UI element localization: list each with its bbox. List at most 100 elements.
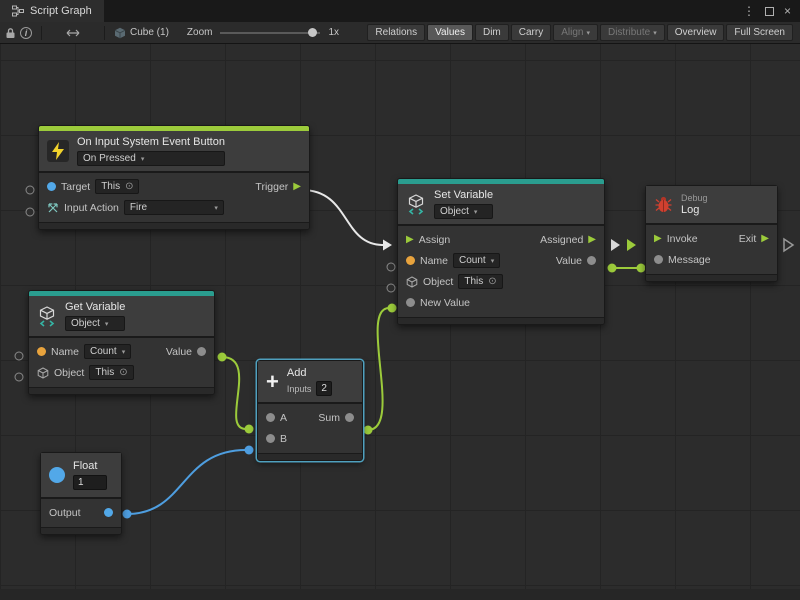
tab-script-graph[interactable]: Script Graph [0,0,104,22]
zoom-slider[interactable] [220,32,320,34]
float-port-icon[interactable] [104,508,113,517]
target-object-field[interactable]: This ⊙ [95,179,139,194]
flow-port-icon[interactable]: ▶ [588,235,596,245]
context-breadcrumb[interactable]: Cube (1) [130,27,169,38]
flow-port-icon[interactable]: ▶ [293,182,301,192]
chevron-down-icon: ▾ [105,320,109,328]
port-row-target: Target This ⊙ Trigger ▶ [39,176,309,197]
object-value: This [95,367,114,378]
relations-button[interactable]: Relations [367,24,425,41]
float-value-field[interactable]: 1 [73,475,107,490]
node-header: On Input System Event Button On Pressed … [39,131,309,173]
value-port-icon[interactable] [406,298,415,307]
port-arrow-exit[interactable] [784,239,793,251]
align-button[interactable]: Align ▾ [553,24,598,41]
lock-icon[interactable] [5,27,16,39]
port-dot-add-a[interactable] [245,425,254,434]
string-port-icon[interactable] [37,347,46,356]
variable-scope-dropdown[interactable]: Object ▾ [65,316,125,331]
wire-float-addB[interactable] [127,450,246,514]
fit-view-icon[interactable] [65,28,81,38]
node-footer [29,387,214,394]
window-menu-icon[interactable]: ⋮ [743,4,755,18]
cube-port-icon[interactable] [406,276,418,288]
flow-port-icon[interactable]: ▶ [406,235,414,245]
output-label: Output [49,507,81,519]
zoom-slider-handle[interactable] [308,28,317,37]
value-port-icon[interactable] [654,255,663,264]
float-icon [49,467,65,483]
port-row-message: Message [646,249,777,270]
input-action-dropdown[interactable]: Fire ▾ [124,200,224,215]
port-row-object: Object This ⊙ [29,362,214,383]
node-get-variable[interactable]: Get Variable Object ▾ Name Count ▾ [28,290,215,395]
flow-port-icon[interactable]: ▶ [654,234,662,244]
tab-bar: Script Graph ⋮ × [0,0,800,22]
gameobject-icon [47,182,56,191]
flow-port-icon[interactable]: ▶ [761,234,769,244]
object-picker-icon: ⊙ [119,367,127,378]
trigger-label: Trigger [255,181,288,193]
node-debug-log[interactable]: Debug Log ▶ Invoke Exit ▶ Message [645,185,778,282]
port-row-b: B [258,428,362,449]
target-value: This [101,181,120,192]
info-icon[interactable]: i [20,27,32,39]
node-header: Debug Log [646,186,777,225]
wire-getvalue-addA[interactable] [222,357,246,429]
value-port-icon[interactable] [266,413,275,422]
port-ring-set-name[interactable] [387,263,395,271]
event-mode-dropdown[interactable]: On Pressed ▾ [77,151,225,166]
port-ring-get-object[interactable] [15,373,23,381]
port-dot-add-b[interactable] [245,446,254,455]
overview-button[interactable]: Overview [667,24,725,41]
port-ring-get-name[interactable] [15,352,23,360]
port-dot-set-value[interactable] [608,264,617,273]
distribute-label: Distribute [608,27,650,38]
node-on-input-system-event-button[interactable]: On Input System Event Button On Pressed … [38,125,310,230]
node-add[interactable]: + Add Inputs 2 A Sum [257,360,363,461]
wire-trigger-arrowhead [383,240,392,251]
scope-value: Object [71,318,100,329]
values-button[interactable]: Values [427,24,473,41]
inputs-count-field[interactable]: 2 [316,381,332,396]
value-label: Value [556,255,582,267]
node-float[interactable]: Float 1 Output [40,452,122,535]
port-ring-set-object[interactable] [387,284,395,292]
fullscreen-button[interactable]: Full Screen [726,24,793,41]
wire-sum-newvalue[interactable] [368,308,389,430]
port-dot-float-output[interactable] [123,510,132,519]
dim-button[interactable]: Dim [475,24,509,41]
carry-button[interactable]: Carry [511,24,551,41]
value-port-icon[interactable] [197,347,206,356]
variable-scope-dropdown[interactable]: Object ▾ [434,204,493,219]
flow-arrow-assigned-invoke [627,239,636,251]
value-port-icon[interactable] [587,256,596,265]
value-port-icon[interactable] [345,413,354,422]
node-header: Set Variable Object ▾ [398,184,604,226]
zoom-value: 1x [328,27,339,38]
string-port-icon[interactable] [406,256,415,265]
port-dot-add-sum[interactable] [364,426,373,435]
port-dot-newvalue[interactable] [388,304,397,313]
port-row-object: Object This ⊙ [398,271,604,292]
variable-name-dropdown[interactable]: Count ▾ [84,344,131,359]
window-close-icon[interactable]: × [784,4,791,18]
port-dot-get-value[interactable] [218,353,227,362]
variable-name-dropdown[interactable]: Count ▾ [453,253,500,268]
target-label: Target [61,181,90,193]
port-ring-event-action[interactable] [26,208,34,216]
wire-trigger-assign[interactable] [302,190,383,245]
node-set-variable[interactable]: Set Variable Object ▾ ▶ Assign Assigned … [397,178,605,325]
port-ring-event-target[interactable] [26,186,34,194]
new-value-label: New Value [420,297,470,309]
variable-cube-icon [37,306,57,327]
variable-cube-icon [406,194,426,215]
graph-canvas[interactable]: On Input System Event Button On Pressed … [0,44,800,600]
window-maximize-icon[interactable] [765,7,774,16]
object-field[interactable]: This ⊙ [458,274,502,289]
object-field[interactable]: This ⊙ [89,365,133,380]
value-port-icon[interactable] [266,434,275,443]
distribute-button[interactable]: Distribute ▾ [600,24,665,41]
object-value: This [464,276,483,287]
cube-port-icon[interactable] [37,367,49,379]
